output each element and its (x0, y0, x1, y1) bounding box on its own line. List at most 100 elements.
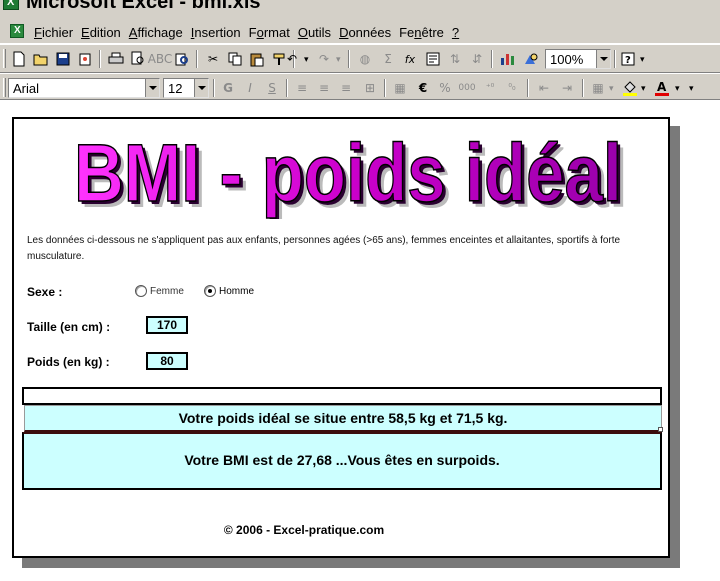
align-left-icon[interactable]: ≡ (292, 78, 312, 98)
radio-femme-label: Femme (150, 285, 184, 297)
drawing-icon[interactable] (521, 49, 541, 69)
menu-donnees[interactable]: Données (336, 25, 394, 40)
font-name-value: Arial (13, 81, 40, 96)
excel-app-icon (3, 0, 19, 10)
spelling-icon[interactable]: ABC (148, 49, 173, 69)
help-icon[interactable]: ? (618, 49, 638, 69)
chevron-down-icon[interactable] (145, 79, 159, 97)
underline-icon[interactable]: S (262, 78, 282, 98)
menu-insertion[interactable]: Insertion (188, 25, 244, 40)
new-document-icon[interactable] (9, 49, 29, 69)
font-name-select[interactable]: Arial (8, 78, 160, 98)
menu-fichier[interactable]: Fichier (31, 25, 76, 40)
redo-dropdown-icon[interactable]: ▾ (336, 55, 344, 65)
radio-circle-icon[interactable] (135, 285, 147, 297)
menu-aide[interactable]: ? (449, 25, 462, 40)
sort-descending-icon[interactable]: ⇵ (467, 49, 487, 69)
window-title: Microsoft Excel - bmi.xls (26, 0, 261, 13)
radio-homme[interactable]: Homme (204, 285, 254, 297)
percent-style-icon[interactable]: % (435, 78, 455, 98)
ideal-weight-result: Votre poids idéal se situe entre 58,5 kg… (24, 405, 662, 432)
intro-note: Les données ci-dessous ne s'appliquent p… (27, 235, 621, 262)
menu-outils[interactable]: Outils (295, 25, 334, 40)
banner-title-text: BMI - poids idéal (74, 128, 622, 219)
height-input[interactable]: 170 (146, 316, 188, 334)
menu-affichage[interactable]: Affichage (126, 25, 186, 40)
form-icon[interactable] (423, 49, 443, 69)
svg-text:?: ? (625, 55, 631, 66)
fill-color-bucket-icon[interactable] (620, 78, 640, 98)
zoom-value: 100% (550, 52, 584, 67)
toolbar-options-icon[interactable]: ▾ (640, 55, 648, 65)
paste-icon[interactable] (247, 49, 267, 69)
font-color-icon[interactable]: A (652, 78, 672, 98)
bmi-sheet: BMI - poids idéal BMI - poids idéal BMI … (12, 117, 670, 558)
zoom-select[interactable]: 100% (545, 49, 611, 69)
undo-dropdown-icon[interactable]: ▾ (304, 55, 312, 65)
hyperlink-globe-icon[interactable]: ◍ (355, 49, 375, 69)
toolbar-separator (491, 50, 493, 68)
undo-icon[interactable]: ↶ (282, 49, 302, 69)
radio-homme-label: Homme (219, 285, 255, 297)
copyright-text: © 2006 - Excel-pratique.com (223, 523, 385, 537)
menu-fenetre[interactable]: Fenêtre (396, 25, 447, 40)
print-preview-icon[interactable] (128, 49, 148, 69)
result-header-frame (22, 387, 662, 405)
formatting-toolbar: Arial 12 G I S ≡ ≡ ≡ ⊞ ▦ € % 000 ⁺⁰ ⁰₀ ⇤… (0, 73, 720, 100)
toolbar-separator (527, 79, 529, 97)
toolbar-separator (614, 50, 616, 68)
borders-icon[interactable]: ▦ (588, 78, 608, 98)
autosum-icon[interactable]: Σ (378, 49, 398, 69)
toolbar-grip[interactable] (3, 49, 6, 68)
toolbar-separator (196, 50, 198, 68)
decrease-indent-icon[interactable]: ⇤ (534, 78, 554, 98)
menu-edition[interactable]: Edition (78, 25, 124, 40)
increase-indent-icon[interactable]: ⇥ (557, 78, 577, 98)
menu-bar: Fichier Edition Affichage Insertion Form… (0, 18, 720, 44)
svg-text:A: A (657, 80, 667, 94)
sort-ascending-icon[interactable]: ⇅ (445, 49, 465, 69)
bold-icon[interactable]: G (218, 78, 238, 98)
redo-icon[interactable]: ↷ (314, 49, 334, 69)
italic-icon[interactable]: I (240, 78, 260, 98)
toolbar-separator (582, 79, 584, 97)
weight-input[interactable]: 80 (146, 352, 188, 370)
chart-wizard-icon[interactable] (498, 49, 518, 69)
align-right-icon[interactable]: ≡ (336, 78, 356, 98)
standard-toolbar: ABC ✂ ↶ ▾ ↷ ▾ ◍ Σ fx ⇅ ⇵ 100% ? ▾ (0, 44, 720, 73)
radio-femme[interactable]: Femme (135, 285, 184, 297)
title-bar: Microsoft Excel - bmi.xls (0, 0, 720, 18)
increase-decimal-icon[interactable]: ⁺⁰ (480, 78, 500, 98)
toolbar-separator (99, 50, 101, 68)
chevron-down-icon[interactable] (194, 79, 208, 97)
radio-circle-selected-icon[interactable] (204, 285, 216, 297)
workbook-icon[interactable] (10, 24, 24, 38)
open-folder-icon[interactable] (31, 49, 51, 69)
print-icon[interactable] (106, 49, 126, 69)
toolbar-separator (286, 79, 288, 97)
cut-scissors-icon[interactable]: ✂ (203, 49, 223, 69)
merge-center-icon[interactable]: ⊞ (360, 78, 380, 98)
currency-style-icon[interactable]: ▦ (390, 78, 410, 98)
sex-label: Sexe : (27, 285, 63, 299)
comma-style-icon[interactable]: 000 (457, 78, 477, 98)
borders-dropdown-icon[interactable]: ▾ (609, 84, 617, 94)
euro-icon[interactable]: € (413, 78, 433, 98)
permission-icon[interactable] (75, 49, 95, 69)
copy-icon[interactable] (225, 49, 245, 69)
excel-window: Microsoft Excel - bmi.xls Fichier Editio… (0, 0, 720, 581)
chevron-down-icon[interactable] (596, 50, 610, 68)
research-icon[interactable] (172, 49, 192, 69)
font-color-dropdown-icon[interactable]: ▾ (675, 84, 683, 94)
toolbar-grip[interactable] (3, 78, 6, 97)
decrease-decimal-icon[interactable]: ⁰₀ (502, 78, 522, 98)
bmi-result: Votre BMI est de 27,68 ...Vous êtes en s… (22, 432, 662, 490)
align-center-icon[interactable]: ≡ (314, 78, 334, 98)
font-size-select[interactable]: 12 (163, 78, 209, 98)
save-disk-icon[interactable] (53, 49, 73, 69)
toolbar-separator (213, 79, 215, 97)
insert-function-icon[interactable]: fx (400, 49, 420, 69)
fill-color-dropdown-icon[interactable]: ▾ (641, 84, 649, 94)
menu-format[interactable]: Format (246, 25, 293, 40)
toolbar-options-icon[interactable]: ▾ (689, 84, 697, 94)
